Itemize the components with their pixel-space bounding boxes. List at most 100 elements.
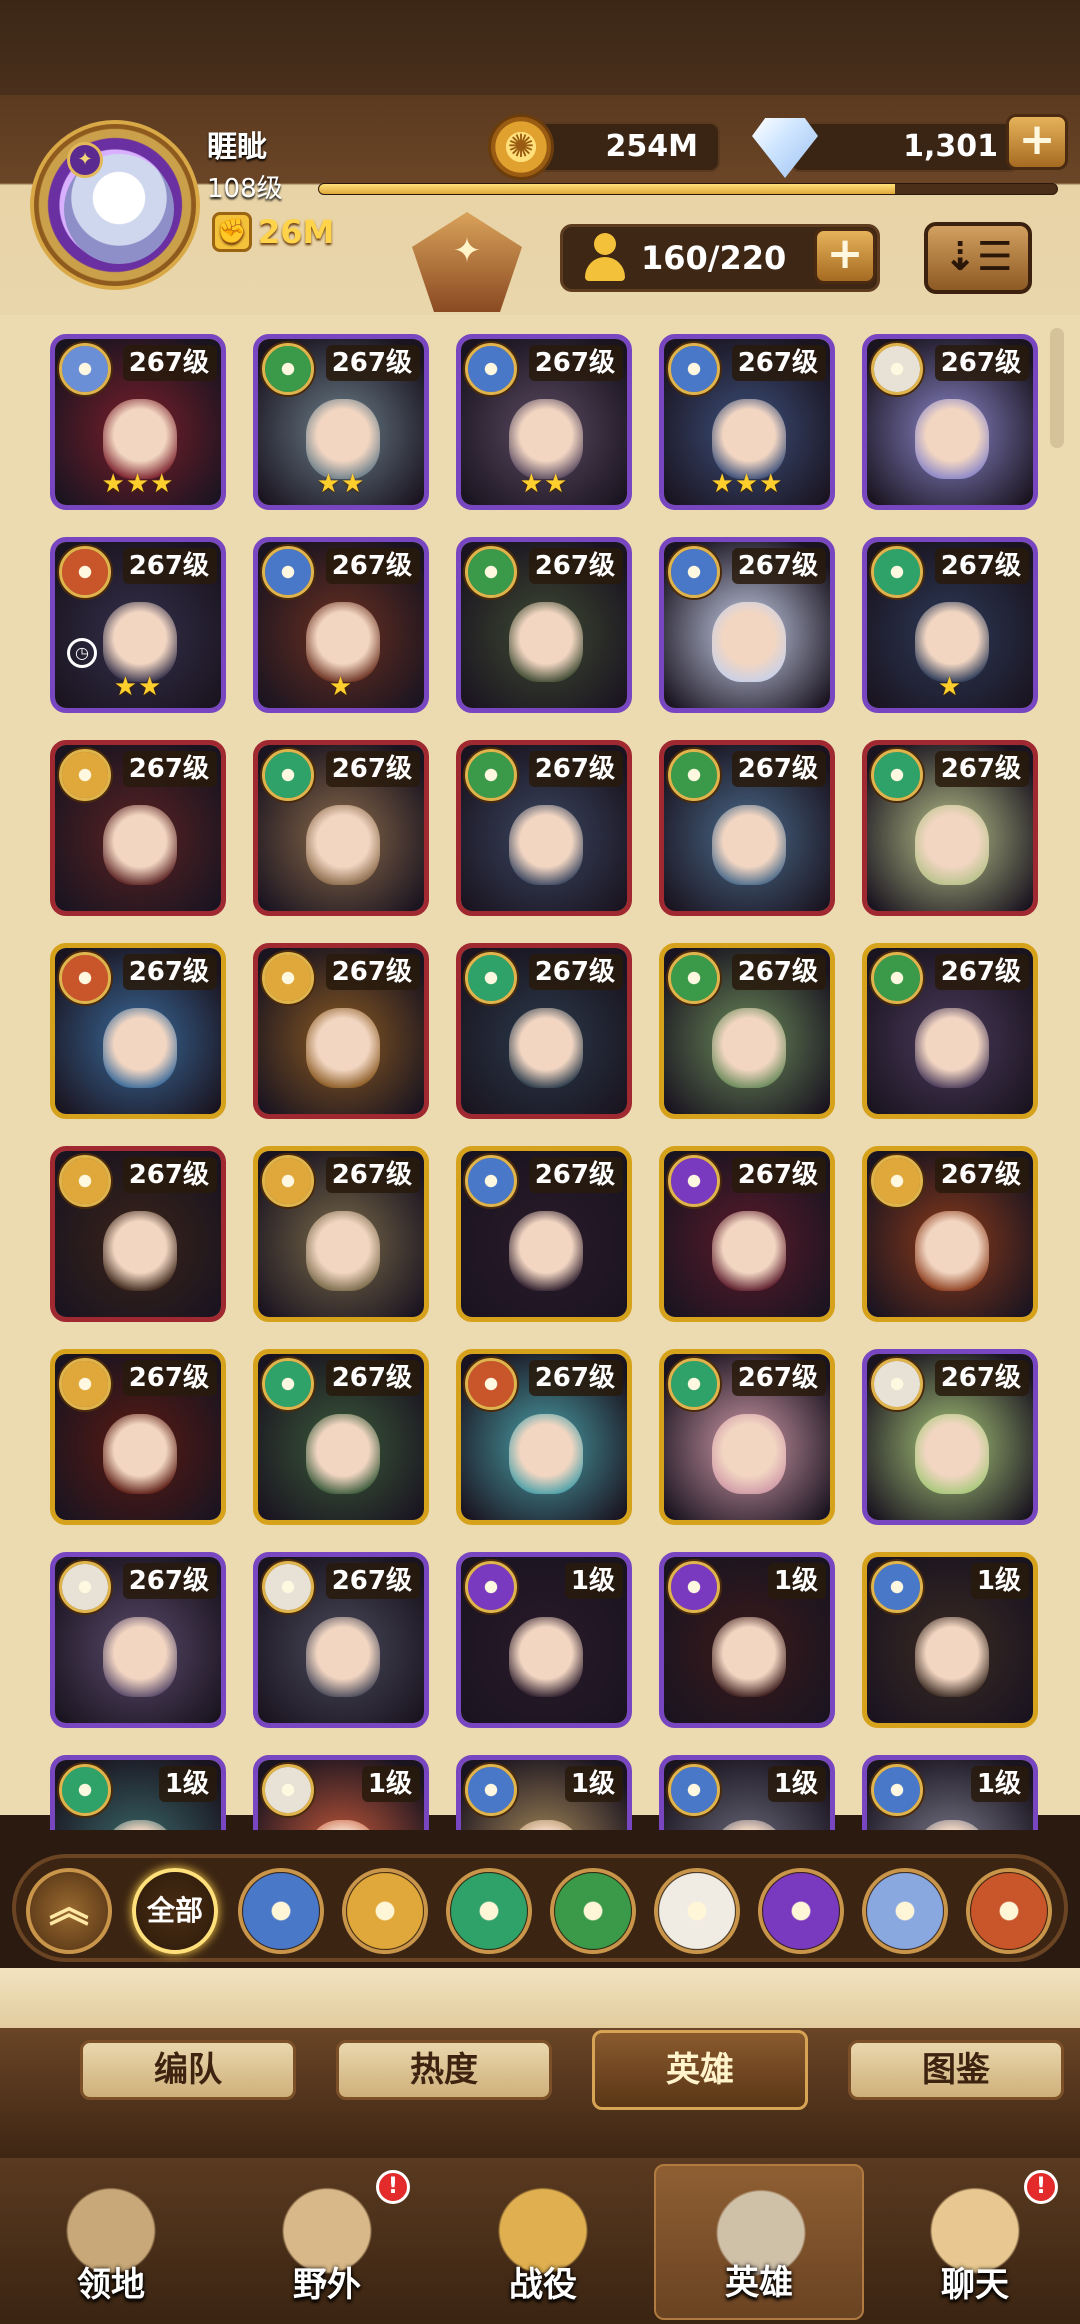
lightbearer-filter-icon[interactable] <box>238 1868 324 1954</box>
hero-level: 267级 <box>934 751 1029 787</box>
hero-card[interactable]: 267级 <box>659 537 835 713</box>
hero-level: 267级 <box>325 954 420 990</box>
sort-button[interactable]: ⇣☰ <box>924 222 1032 294</box>
hero-card[interactable]: 267级 <box>862 740 1038 916</box>
hero-card[interactable]: 267级 <box>862 1349 1038 1525</box>
tab-1[interactable]: 热度 <box>336 2040 552 2100</box>
tab-3[interactable]: 图鉴 <box>848 2040 1064 2100</box>
status-bar-area <box>0 0 1080 95</box>
hero-level: 267级 <box>528 954 623 990</box>
filter-all-button[interactable]: 全部 <box>132 1868 218 1954</box>
hero-card[interactable]: 267级 <box>659 943 835 1119</box>
player-avatar[interactable] <box>30 120 200 290</box>
hero-card[interactable]: 267级 <box>253 1146 429 1322</box>
hero-card[interactable]: 267级 <box>253 1349 429 1525</box>
hero-card[interactable]: 267级 <box>50 1552 226 1728</box>
hero-card[interactable]: 267级 ★★★ <box>659 334 835 510</box>
faction-icon <box>871 546 923 598</box>
hero-card[interactable]: 267级 <box>253 943 429 1119</box>
collapse-filter-button[interactable]: ︽ <box>26 1868 112 1954</box>
dimensional-filter-icon[interactable] <box>862 1868 948 1954</box>
hero-stars: ★ <box>937 672 963 702</box>
hero-level: 267级 <box>122 548 217 584</box>
nav-item-1[interactable]: 野外! <box>222 2164 432 2320</box>
hero-level: 267级 <box>325 1360 420 1396</box>
faction-icon <box>59 546 111 598</box>
hero-card[interactable]: 267级 <box>456 740 632 916</box>
hero-card[interactable]: 267级 <box>253 740 429 916</box>
hero-card[interactable]: 267级 ★★ <box>456 334 632 510</box>
celestial-filter-icon[interactable] <box>654 1868 740 1954</box>
hero-card[interactable]: 1级 <box>862 1755 1038 1830</box>
hero-card[interactable]: 267级 <box>862 943 1038 1119</box>
nav-item-0[interactable]: 领地 <box>6 2164 216 2320</box>
faction-icon <box>262 1561 314 1613</box>
hero-card[interactable]: 267级 ★★★ <box>50 334 226 510</box>
hero-card[interactable]: 267级 <box>50 1349 226 1525</box>
faction-icon <box>465 952 517 1004</box>
tab-0[interactable]: 编队 <box>80 2040 296 2100</box>
hero-card[interactable]: 267级 <box>50 943 226 1119</box>
faction-icon <box>668 1358 720 1410</box>
faction-icon <box>465 546 517 598</box>
hero-face <box>712 1617 786 1697</box>
hero-stars: ★★★ <box>101 469 175 499</box>
graveborn-filter-icon[interactable] <box>550 1868 636 1954</box>
faction-icon <box>465 1561 517 1613</box>
hero-card[interactable]: 267级 <box>862 1146 1038 1322</box>
hero-card[interactable]: 267级 <box>456 1146 632 1322</box>
expand-capacity-button[interactable]: + <box>814 228 876 284</box>
hero-card[interactable]: 1级 <box>456 1755 632 1830</box>
hypogean-filter-icon[interactable] <box>758 1868 844 1954</box>
hero-stars: ★★ <box>316 469 366 499</box>
notification-badge: ! <box>376 2170 410 2204</box>
tab-2[interactable]: 英雄 <box>592 2030 808 2110</box>
hero-level: 267级 <box>528 548 623 584</box>
clock-icon: ◷ <box>67 638 97 668</box>
hero-card[interactable]: 267级 <box>659 1349 835 1525</box>
hero-face <box>509 1617 583 1697</box>
nav-item-2[interactable]: 战役 <box>438 2164 648 2320</box>
hero-card[interactable]: 267级 <box>253 1552 429 1728</box>
lightbearer-alt-filter-icon[interactable] <box>966 1868 1052 1954</box>
hero-face <box>306 399 380 479</box>
hero-level: 267级 <box>122 751 217 787</box>
hero-card[interactable]: 267级 <box>456 537 632 713</box>
sort-icon: ⇣☰ <box>943 234 1013 280</box>
add-diamonds-button[interactable]: + <box>1006 114 1068 170</box>
hero-level: 267级 <box>934 1157 1029 1193</box>
hero-card[interactable]: 267级 <box>862 334 1038 510</box>
faction-icon <box>59 749 111 801</box>
hero-level: 267级 <box>731 548 826 584</box>
hero-card[interactable]: 1级 <box>659 1552 835 1728</box>
faction-icon <box>871 749 923 801</box>
hero-card[interactable]: 1级 <box>50 1755 226 1830</box>
hero-card[interactable]: 267级 <box>456 943 632 1119</box>
scrollbar[interactable] <box>1050 328 1064 448</box>
faction-icon <box>668 546 720 598</box>
faction-icon <box>59 1764 111 1816</box>
hero-card[interactable]: 267级 <box>50 1146 226 1322</box>
hero-card[interactable]: 1级 <box>862 1552 1038 1728</box>
hero-card[interactable]: 267级 <box>50 740 226 916</box>
hero-grid[interactable]: 267级 ★★★ 267级 ★★ 267级 ★★ 267级 ★★★ 267级 267级 ★★ ◷ 267… <box>40 330 1050 1830</box>
mauler-filter-icon[interactable] <box>342 1868 428 1954</box>
hero-card[interactable]: 267级 <box>659 740 835 916</box>
hero-card[interactable]: 1级 <box>253 1755 429 1830</box>
hero-card[interactable]: 1级 <box>659 1755 835 1830</box>
hero-card[interactable]: 267级 ★ <box>862 537 1038 713</box>
wilder-filter-icon[interactable] <box>446 1868 532 1954</box>
gold-value: 254M <box>605 129 698 164</box>
hero-card[interactable]: 1级 <box>456 1552 632 1728</box>
hero-card[interactable]: 267级 <box>456 1349 632 1525</box>
nav-item-3[interactable]: 英雄 <box>654 2164 864 2320</box>
hero-face <box>712 602 786 682</box>
hero-face <box>915 1008 989 1088</box>
hero-card[interactable]: 267级 ★★ <box>253 334 429 510</box>
plus-icon: + <box>826 228 864 279</box>
hero-card[interactable]: 267级 ★ <box>253 537 429 713</box>
hero-level: 1级 <box>970 1563 1029 1599</box>
nav-item-4[interactable]: 聊天! <box>870 2164 1080 2320</box>
hero-card[interactable]: 267级 ★★ ◷ <box>50 537 226 713</box>
hero-card[interactable]: 267级 <box>659 1146 835 1322</box>
